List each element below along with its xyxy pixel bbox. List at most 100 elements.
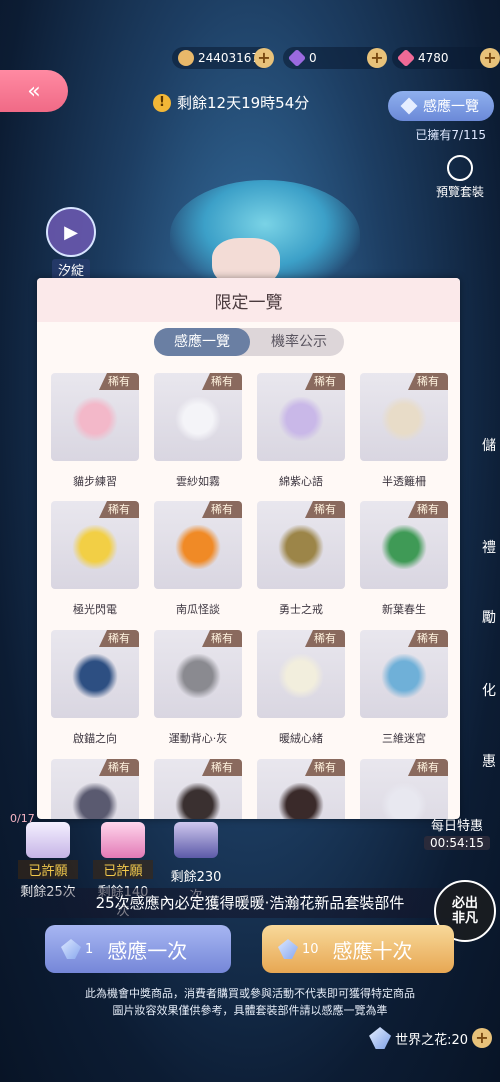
item-art xyxy=(380,397,428,441)
item-art xyxy=(71,397,119,441)
item-thumbnail: 稀有 xyxy=(360,759,448,819)
item-art xyxy=(174,397,222,441)
gallery-item[interactable]: 稀有 南瓜怪談 xyxy=(154,501,242,617)
tab-gallery[interactable]: 感應一覽 xyxy=(154,328,250,356)
side-tab-3[interactable]: 勵 xyxy=(456,607,500,627)
gallery-item[interactable]: 稀有 綿紫心語 xyxy=(257,373,345,489)
limited-gallery-modal: 限定一覽 感應一覽 機率公示 稀有 貓步練習 稀有 雲紗如霧 稀有 綿紫心語 稀有 半透籬柵稀… xyxy=(37,278,460,819)
gallery-item[interactable]: 稀有勇士之戒 xyxy=(257,501,345,617)
pink-diamond-icon xyxy=(396,48,416,68)
rarity-tag: 稀有 xyxy=(408,759,448,776)
item-name: 綿紫心語 xyxy=(279,475,323,488)
rarity-tag: 稀有 xyxy=(202,501,242,518)
add-purple-diamond-button[interactable]: + xyxy=(367,48,387,68)
side-tab-1[interactable]: 儲 xyxy=(456,435,500,455)
crystal-icon xyxy=(61,939,81,959)
add-coins-button[interactable]: + xyxy=(254,48,274,68)
gallery-item[interactable]: 稀有 雲紗如霧 xyxy=(154,373,242,489)
rarity-tag: 稀有 xyxy=(408,501,448,518)
item-thumbnail: 稀有 xyxy=(51,373,139,461)
item-thumbnail: 稀有 xyxy=(51,501,139,589)
gallery-item[interactable]: 稀有 xyxy=(51,759,139,819)
daily-deal-button[interactable]: 每日特惠 00:54:15 xyxy=(424,815,490,850)
add-pink-diamond-button[interactable]: + xyxy=(480,48,500,68)
play-video-button[interactable]: ▶ xyxy=(46,207,96,257)
gallery-item[interactable]: 稀有新葉春生 xyxy=(360,501,448,617)
side-tab-4[interactable]: 化 xyxy=(456,680,500,700)
draw-ten-button[interactable]: 10 感應十次 xyxy=(262,925,454,973)
gallery-item[interactable]: 稀有暖絨心緒 xyxy=(257,630,345,746)
item-name: 新葉春生 xyxy=(382,603,426,616)
rarity-tag: 稀有 xyxy=(408,630,448,647)
gallery-item[interactable]: 稀有 xyxy=(360,759,448,819)
currency-purple-diamond: 0 + xyxy=(283,47,387,69)
item-name: 極光閃電 xyxy=(73,603,117,616)
rarity-tag: 稀有 xyxy=(99,630,139,647)
side-tab-5[interactable]: 惠 xyxy=(456,751,500,771)
disclaimer: 此為機會中獎商品，消費者購買或參與活動不代表即可獲得特定商品 圖片妝容效果僅供參… xyxy=(85,987,415,1017)
preview-outfit-button[interactable]: 預覽套裝 xyxy=(430,155,490,200)
item-art xyxy=(380,654,428,698)
gallery-item[interactable]: 稀有半透籬柵 xyxy=(360,373,448,489)
item-art xyxy=(380,783,428,819)
item-name: 勇士之戒 xyxy=(279,603,323,616)
tab-probability[interactable]: 機率公示 xyxy=(254,328,344,356)
item-thumbnail: 稀有 xyxy=(257,759,345,819)
exclamation-icon: ! xyxy=(153,93,171,112)
gallery-item[interactable]: 稀有 xyxy=(154,759,242,819)
item-art xyxy=(277,525,325,569)
item-name: 暖絨心緒 xyxy=(279,732,323,745)
rarity-tag: 稀有 xyxy=(202,759,242,776)
item-art xyxy=(174,525,222,569)
crystal-icon xyxy=(278,939,298,959)
world-flower-icon xyxy=(369,1027,392,1049)
item-thumbnail: 稀有 xyxy=(51,759,139,819)
back-button[interactable]: « xyxy=(0,70,68,112)
timer-text: 剩餘12天19時54分 xyxy=(177,94,310,112)
cat-coin-icon xyxy=(178,50,194,66)
item-art xyxy=(71,783,119,819)
rarity-tag: 稀有 xyxy=(408,373,448,390)
rarity-tag: 稀有 xyxy=(99,373,139,390)
gallery-item[interactable]: 稀有 運動背心·灰 xyxy=(154,630,242,746)
item-thumbnail: 稀有 xyxy=(360,501,448,589)
gallery-button[interactable]: 感應一覽 xyxy=(388,91,494,121)
guarantee-banner: 25次感應內必定獲得暖暖·浩瀚花新品套裝部件 xyxy=(0,888,500,918)
item-thumbnail: 稀有 xyxy=(257,630,345,718)
diamond-icon xyxy=(400,97,418,115)
rarity-tag: 稀有 xyxy=(305,630,345,647)
item-thumbnail: 稀有 xyxy=(154,630,242,718)
item-name: 半透籬柵 xyxy=(382,475,426,488)
modal-tabs: 感應一覽 機率公示 xyxy=(154,328,344,356)
world-flower-currency: 世界之花:20 + xyxy=(369,1027,492,1049)
draw-one-button[interactable]: 1 感應一次 xyxy=(45,925,231,973)
rarity-tag: 稀有 xyxy=(202,630,242,647)
currency-coins: 24403167 + xyxy=(172,47,274,69)
item-art xyxy=(277,783,325,819)
item-art xyxy=(277,654,325,698)
gallery-item[interactable]: 稀有啟錨之向 xyxy=(51,630,139,746)
item-name: 啟錨之向 xyxy=(73,732,117,745)
rarity-tag: 稀有 xyxy=(305,501,345,518)
item-art xyxy=(277,397,325,441)
item-art xyxy=(174,654,222,698)
item-name: 雲紗如霧 xyxy=(176,475,220,488)
item-thumbnail: 稀有 xyxy=(360,630,448,718)
purple-diamond-icon xyxy=(287,48,307,68)
item-thumbnail: 稀有 xyxy=(154,501,242,589)
add-world-flower-button[interactable]: + xyxy=(472,1028,492,1048)
character-name: 汐綻 xyxy=(52,259,91,280)
gallery-item[interactable]: 稀有 三維迷宮 xyxy=(360,630,448,746)
item-art xyxy=(174,783,222,819)
item-thumbnail: 稀有 xyxy=(360,373,448,461)
side-tab-2[interactable]: 禮 xyxy=(456,537,500,557)
gallery-item[interactable]: 稀有 xyxy=(257,759,345,819)
owned-count: 已擁有7/115 xyxy=(415,128,486,142)
dress-thumbnail xyxy=(26,822,70,858)
gallery-item[interactable]: 稀有極光閃電 xyxy=(51,501,139,617)
item-name: 貓步練習 xyxy=(73,475,117,488)
rarity-tag: 稀有 xyxy=(99,501,139,518)
play-icon: ▶ xyxy=(64,221,78,243)
event-timer: ! 剩餘12天19時54分 xyxy=(153,92,309,113)
gallery-item[interactable]: 稀有貓步練習 xyxy=(51,373,139,489)
